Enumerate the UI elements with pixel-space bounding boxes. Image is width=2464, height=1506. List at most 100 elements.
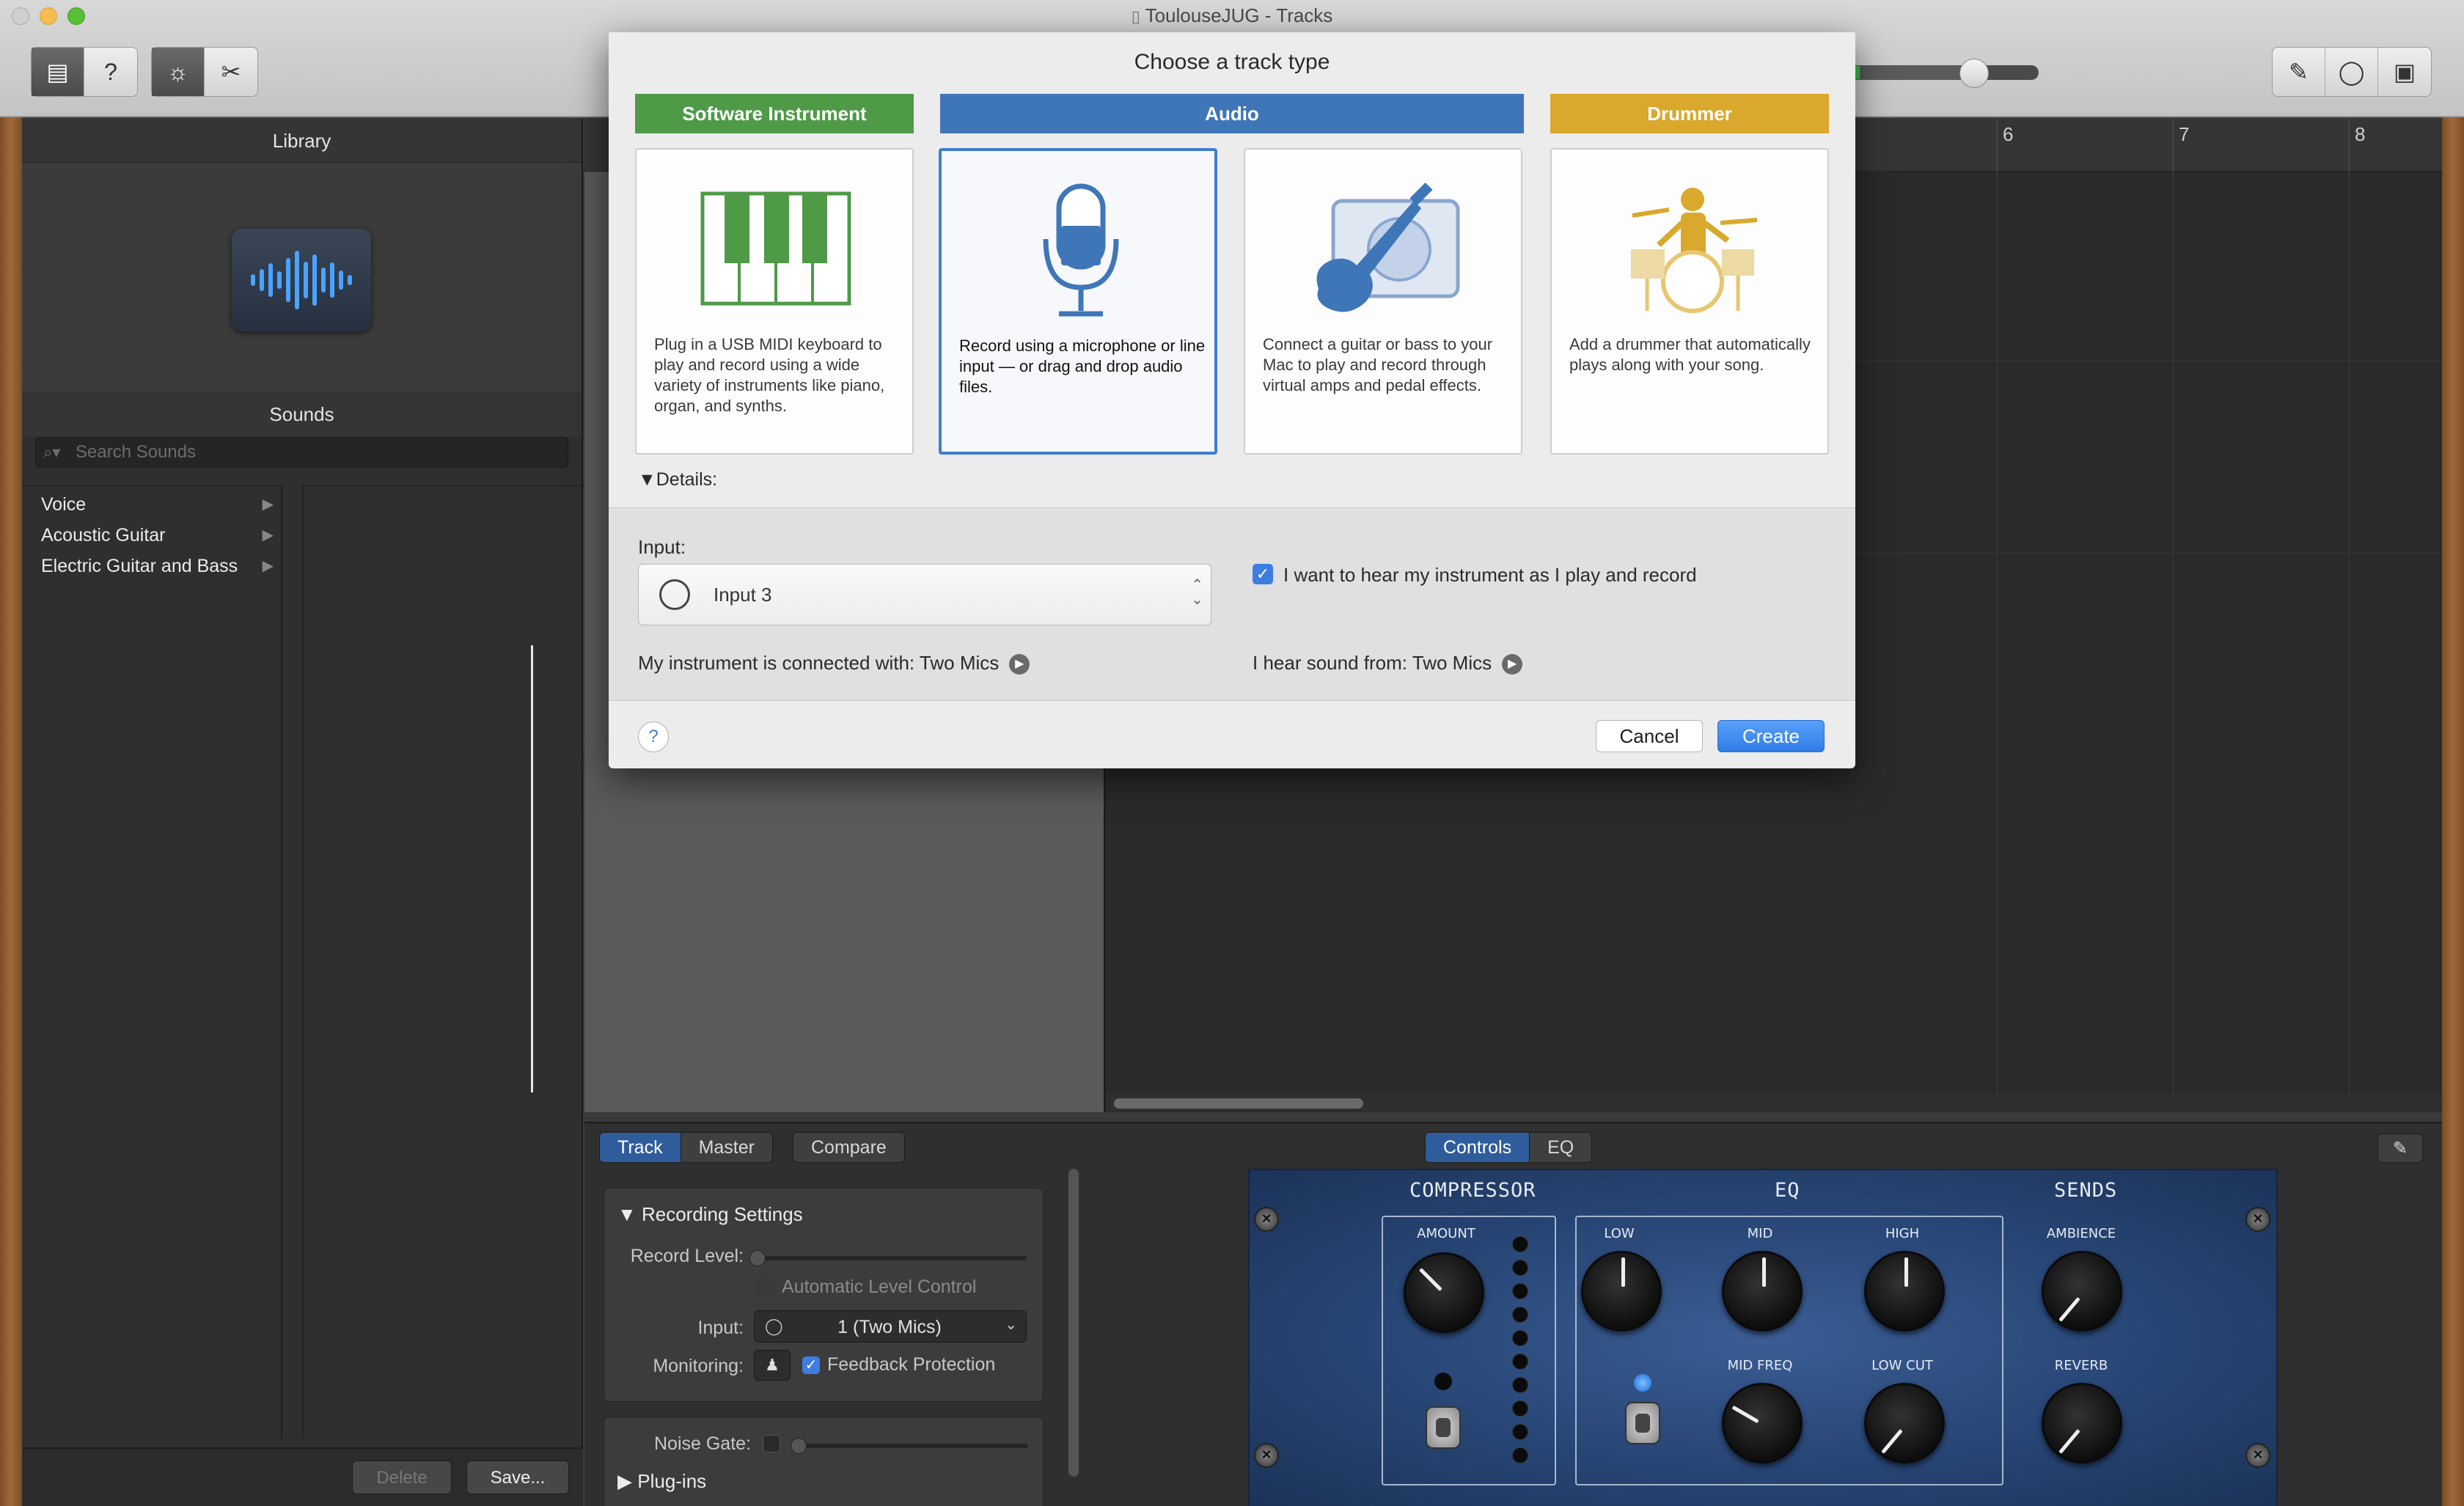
horizontal-scrollbar[interactable] bbox=[1107, 1094, 2442, 1112]
list-item-voice[interactable]: Voice ▶ bbox=[22, 489, 281, 520]
search-sounds-input[interactable]: ⌕▾ Search Sounds bbox=[35, 437, 568, 468]
smart-controls-left-tabs: Track Master bbox=[599, 1132, 773, 1163]
hear-sound-row: I hear sound from: Two Mics ▶ bbox=[1253, 652, 1523, 675]
create-button[interactable]: Create bbox=[1717, 720, 1825, 752]
search-icon: ⌕▾ bbox=[43, 443, 61, 461]
tab-track[interactable]: Track bbox=[600, 1133, 681, 1162]
input-select[interactable]: Input 3 ⌃ ⌄ bbox=[638, 564, 1211, 625]
compressor-led bbox=[1434, 1373, 1452, 1390]
monitor-checkbox[interactable]: ✓ bbox=[1253, 564, 1273, 584]
compressor-toggle-switch[interactable] bbox=[1426, 1406, 1461, 1449]
sounds-header: Sounds bbox=[22, 392, 582, 437]
eq-mid-knob[interactable] bbox=[1722, 1251, 1803, 1331]
master-volume-slider[interactable] bbox=[1848, 65, 2039, 80]
dialog-title: Choose a track type bbox=[1134, 50, 1330, 74]
ruler-mark: 6 bbox=[2003, 123, 2014, 145]
eq-low-cut-knob[interactable] bbox=[1864, 1383, 1945, 1463]
category-software-instrument: Software Instrument bbox=[635, 94, 914, 133]
category-audio: Audio bbox=[940, 94, 1524, 133]
smart-controls-icon[interactable]: ☼ bbox=[152, 48, 205, 96]
tab-eq[interactable]: EQ bbox=[1530, 1133, 1592, 1162]
right-buttons-group: ✎ ◯ ▣ bbox=[2272, 47, 2432, 97]
feedback-protection-checkbox[interactable]: ✓ bbox=[802, 1356, 820, 1374]
drummer-icon bbox=[1631, 188, 1758, 313]
window-title: ▯ ToulouseJUG - Tracks bbox=[1131, 4, 1333, 26]
plugins-toggle[interactable]: ▶ Plug-ins bbox=[617, 1470, 706, 1493]
compressor-amount-knob[interactable] bbox=[1404, 1252, 1484, 1333]
library-icon[interactable]: ▤ bbox=[32, 48, 84, 96]
delete-button[interactable]: Delete bbox=[352, 1461, 452, 1494]
chevron-updown-icon: ⌃ ⌄ bbox=[1191, 577, 1203, 608]
eq-mid-freq-knob[interactable] bbox=[1722, 1383, 1803, 1463]
eq-title: EQ bbox=[1775, 1179, 1800, 1202]
compressor-meter bbox=[1512, 1236, 1528, 1463]
disclosure-down-icon: ▼ bbox=[617, 1203, 637, 1225]
cancel-button[interactable]: Cancel bbox=[1596, 720, 1703, 752]
compare-button-wrap: Compare bbox=[793, 1132, 905, 1163]
screw-icon: × bbox=[2245, 1207, 2270, 1232]
library-panel: Library Sounds ⌕▾ Search Sounds Voice ▶ … bbox=[22, 119, 583, 1506]
piano-keys-icon bbox=[700, 191, 851, 306]
ambience-knob[interactable] bbox=[2042, 1251, 2122, 1331]
guitar-tile[interactable]: Connect a guitar or bass to your Mac to … bbox=[1244, 148, 1522, 455]
help-button[interactable]: ? bbox=[638, 721, 669, 752]
record-level-knob[interactable] bbox=[749, 1250, 766, 1266]
vocal-amp-panel: × × × × COMPRESSOR EQ SENDS AMOUNT LOW M… bbox=[1248, 1169, 2278, 1506]
tile-description: Plug in a USB MIDI keyboard to play and … bbox=[654, 335, 885, 415]
drummer-tile[interactable]: Add a drummer that automatically plays a… bbox=[1550, 148, 1829, 455]
tab-master[interactable]: Master bbox=[681, 1133, 772, 1162]
notepad-icon[interactable]: ✎ bbox=[2273, 48, 2325, 96]
screw-icon: × bbox=[1254, 1207, 1279, 1232]
chevron-right-icon: ▶ bbox=[262, 527, 274, 543]
microphone-tile[interactable]: Record using a microphone or line input … bbox=[939, 148, 1217, 455]
connected-with-row: My instrument is connected with: Two Mic… bbox=[638, 652, 1030, 675]
noise-gate-knob[interactable] bbox=[791, 1438, 807, 1454]
help-icon[interactable]: ? bbox=[84, 48, 137, 96]
recording-settings-toggle[interactable]: ▼ Recording Settings bbox=[617, 1203, 803, 1226]
details-region: Input: Input 3 ⌃ ⌄ ✓ I want to hear my in… bbox=[609, 507, 1855, 701]
record-level-slider[interactable] bbox=[755, 1256, 1027, 1260]
media-browser-icon[interactable]: ▣ bbox=[2378, 48, 2431, 96]
noise-gate-slider[interactable] bbox=[796, 1444, 1028, 1448]
ruler-mark: 8 bbox=[2355, 123, 2366, 145]
pencil-icon[interactable]: ✎ bbox=[2377, 1134, 2423, 1163]
noise-gate-checkbox[interactable] bbox=[763, 1435, 780, 1452]
loops-icon[interactable]: ◯ bbox=[2325, 48, 2378, 96]
noise-gate-card: Noise Gate: ▶ Plug-ins bbox=[604, 1417, 1044, 1506]
wood-side-left bbox=[0, 117, 22, 1506]
compressor-section bbox=[1382, 1216, 1556, 1485]
arrow-right-icon[interactable]: ▶ bbox=[1502, 654, 1523, 675]
garageband-window: ▯ ToulouseJUG - Tracks ▤ ? ☼ ✂ ✎ ◯ ▣ Lib… bbox=[0, 0, 2464, 1506]
save-button[interactable]: Save... bbox=[466, 1461, 569, 1494]
guitar-amp-icon bbox=[1316, 183, 1460, 312]
smart-controls-panel: Track Master Compare Controls EQ ✎ ▼ Rec… bbox=[584, 1122, 2442, 1506]
compressor-title: COMPRESSOR bbox=[1409, 1179, 1536, 1202]
microphone-icon bbox=[1043, 183, 1119, 317]
library-artwork bbox=[22, 163, 582, 392]
details-toggle[interactable]: ▼Details: bbox=[638, 469, 717, 491]
tile-description: Record using a microphone or line input … bbox=[959, 337, 1206, 396]
arrow-right-icon[interactable]: ▶ bbox=[1009, 654, 1030, 675]
screw-icon: × bbox=[1254, 1443, 1279, 1468]
settings-scrollbar[interactable] bbox=[1068, 1169, 1079, 1477]
tab-controls[interactable]: Controls bbox=[1426, 1133, 1530, 1162]
choose-track-type-dialog: Choose a track type Software Instrument … bbox=[609, 32, 1855, 768]
tile-description: Add a drummer that automatically plays a… bbox=[1569, 335, 1811, 374]
software-instrument-tile[interactable]: Plug in a USB MIDI keyboard to play and … bbox=[635, 148, 914, 455]
auto-level-checkbox[interactable] bbox=[757, 1278, 774, 1296]
playhead[interactable] bbox=[531, 645, 533, 1092]
compare-button[interactable]: Compare bbox=[793, 1133, 904, 1162]
input-select[interactable]: ◯ 1 (Two Mics) ⌄ bbox=[754, 1310, 1027, 1342]
monitoring-icon[interactable]: ♟ bbox=[754, 1350, 791, 1381]
reverb-knob[interactable] bbox=[2042, 1383, 2122, 1463]
eq-high-knob[interactable] bbox=[1864, 1251, 1945, 1331]
list-item-acoustic-guitar[interactable]: Acoustic Guitar ▶ bbox=[22, 520, 281, 551]
list-item-electric-guitar-bass[interactable]: Electric Guitar and Bass ▶ bbox=[22, 551, 281, 581]
tile-description: Connect a guitar or bass to your Mac to … bbox=[1263, 335, 1493, 394]
eq-low-knob[interactable] bbox=[1581, 1251, 1662, 1331]
disclosure-down-icon: ▼ bbox=[638, 469, 656, 490]
master-volume-knob[interactable] bbox=[1959, 59, 1989, 88]
scissors-icon[interactable]: ✂ bbox=[205, 48, 257, 96]
eq-toggle-switch[interactable] bbox=[1625, 1402, 1660, 1444]
sound-patch-list bbox=[302, 485, 583, 1439]
